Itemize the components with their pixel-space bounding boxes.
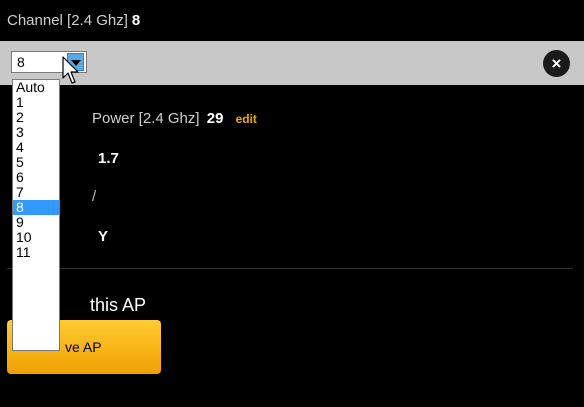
tx-power-edit-link[interactable]: edit xyxy=(236,112,257,126)
dropdown-option-5[interactable]: 5 xyxy=(13,155,59,170)
channel-label: Channel [2.4 Ghz] xyxy=(7,12,128,29)
channel-value: 8 xyxy=(131,12,141,29)
version-row: 1.7 xyxy=(95,150,119,167)
dropdown-option-2[interactable]: 2 xyxy=(13,110,59,125)
tx-power-label: Power [2.4 Ghz] xyxy=(92,110,200,127)
dropdown-option-6[interactable]: 6 xyxy=(13,170,59,185)
forget-ap-title: this AP xyxy=(90,295,147,315)
dropdown-option-8[interactable]: 8 xyxy=(13,200,59,215)
dropdown-option-4[interactable]: 4 xyxy=(13,140,59,155)
dropdown-option-1[interactable]: 1 xyxy=(13,95,59,110)
dropdown-option-9[interactable]: 9 xyxy=(13,215,59,230)
mouse-cursor-icon xyxy=(62,56,79,84)
channel-dropdown-list[interactable]: Auto 1 2 3 4 5 6 7 8 9 10 11 xyxy=(12,79,60,351)
remove-ap-label: ve AP xyxy=(65,339,102,355)
version-value: 1.7 xyxy=(98,150,119,167)
tx-power-row: Power [2.4 Ghz] 29 edit xyxy=(92,110,257,127)
row5-value: Y xyxy=(98,228,109,245)
channel-edit-bar xyxy=(0,41,584,85)
dropdown-option-3[interactable]: 3 xyxy=(13,125,59,140)
divider xyxy=(7,268,573,269)
tx-power-value: 29 xyxy=(206,110,224,127)
row4-value: / xyxy=(92,188,97,205)
row5: Y xyxy=(95,228,108,245)
row4: / xyxy=(92,188,96,205)
dropdown-option-11[interactable]: 11 xyxy=(13,245,59,260)
dropdown-option-auto[interactable]: Auto xyxy=(13,80,59,95)
dropdown-option-10[interactable]: 10 xyxy=(13,230,59,245)
close-icon[interactable]: × xyxy=(543,50,570,77)
dropdown-option-7[interactable]: 7 xyxy=(13,185,59,200)
channel-select-value: 8 xyxy=(17,54,25,70)
channel-header: Channel [2.4 Ghz] 8 xyxy=(7,12,140,29)
